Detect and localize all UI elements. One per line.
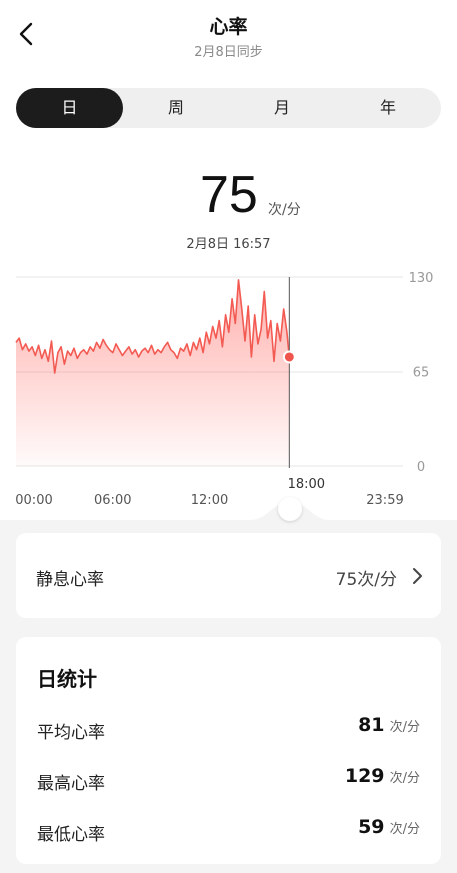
current-heart-rate-unit: 次/分: [268, 202, 301, 218]
resting-heart-rate-label: 静息心率: [36, 570, 104, 590]
sync-status: 2月8日同步: [194, 45, 263, 60]
tab-day[interactable]: 日: [16, 88, 123, 128]
time-scrubber-handle[interactable]: [278, 497, 302, 521]
stat-row-max: 最高心率 129 次/分: [37, 765, 420, 795]
min-heart-rate-label: 最低心率: [37, 825, 105, 845]
tab-year[interactable]: 年: [335, 88, 441, 128]
resting-heart-rate-value: 75次/分: [335, 570, 397, 590]
average-heart-rate-label: 平均心率: [37, 723, 105, 743]
slider-track: [0, 502, 457, 530]
current-heart-rate: 75: [200, 166, 258, 224]
average-heart-rate-value: 81: [358, 714, 385, 736]
daily-stats-title: 日统计: [37, 667, 97, 691]
resting-heart-rate-card[interactable]: 静息心率 75次/分: [16, 533, 441, 618]
chevron-right-icon: [413, 568, 422, 584]
heart-rate-chart[interactable]: 130650 00:00 06:00 12:00 23:59 18:00: [0, 265, 457, 525]
min-heart-rate-value: 59: [358, 816, 385, 838]
stat-row-min: 最低心率 59 次/分: [37, 816, 420, 846]
y-tick-label: 0: [417, 460, 425, 475]
selected-point: [282, 350, 296, 364]
min-heart-rate-unit: 次/分: [389, 822, 420, 837]
max-heart-rate-unit: 次/分: [389, 771, 420, 786]
stat-row-average: 平均心率 81 次/分: [37, 714, 420, 744]
tab-week[interactable]: 周: [123, 88, 229, 128]
page-title: 心率: [209, 16, 248, 38]
tab-month[interactable]: 月: [229, 88, 335, 128]
y-tick-label: 65: [413, 366, 430, 381]
daily-stats-card: 日统计 平均心率 81 次/分 最高心率 129 次/分 最低心率 59 次/分: [16, 637, 441, 864]
selected-time: 2月8日 16:57: [186, 237, 271, 252]
average-heart-rate-unit: 次/分: [389, 720, 420, 735]
max-heart-rate-label: 最高心率: [37, 774, 105, 794]
y-tick-label: 130: [409, 271, 434, 286]
period-segmented-control: 日 周 月 年: [16, 88, 441, 128]
max-heart-rate-value: 129: [344, 765, 385, 787]
